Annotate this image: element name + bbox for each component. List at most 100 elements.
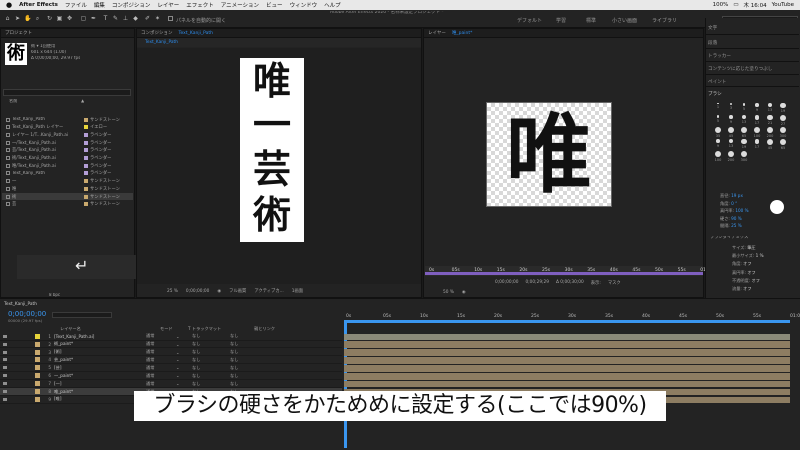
section-paragraph[interactable]: 段落	[708, 40, 717, 46]
layer-tab-name[interactable]: 唯_paint*	[452, 30, 472, 36]
trkmat-icon[interactable]: ⌄	[176, 342, 192, 347]
layer-name[interactable]: [術]	[54, 349, 146, 355]
menu-help[interactable]: ヘルプ	[324, 1, 341, 9]
brush-preset[interactable]: 3	[725, 103, 737, 110]
timeline-layer-row[interactable]: 3 [術] 通常 ⌄ なし なし	[0, 349, 342, 357]
workspace-small-screen[interactable]: 小さい画面	[612, 17, 637, 24]
section-brushes[interactable]: ブラシ	[708, 91, 722, 97]
kanji-canvas[interactable]: 唯 一 芸 術	[240, 58, 304, 242]
home-icon[interactable]: ⌂	[4, 15, 11, 22]
layer-mode[interactable]: 通常	[146, 381, 176, 387]
brush-preset[interactable]: 19	[738, 139, 750, 149]
work-area-bar[interactable]	[344, 320, 790, 323]
zoom-tool-icon[interactable]: ⌕	[34, 15, 41, 22]
layer-tab[interactable]: レイヤー	[428, 30, 446, 36]
eraser-tool-icon[interactable]: ◆	[132, 15, 139, 22]
layer-mode[interactable]: 通常	[146, 341, 176, 347]
layer-name[interactable]: 術_paint*	[54, 341, 146, 347]
roto-brush-tool-icon[interactable]: ✐	[144, 15, 151, 22]
layer-mode[interactable]: 通常	[146, 373, 176, 379]
project-item[interactable]: 術 サンドストーン	[2, 193, 133, 200]
timeline-tab[interactable]: Text_Kanji_Path	[4, 302, 37, 307]
visibility-eye-icon[interactable]	[3, 350, 7, 354]
label-swatch[interactable]	[84, 186, 88, 191]
section-tracker[interactable]: トラッカー	[708, 53, 731, 59]
layer-time-b[interactable]: 0;00;29;29	[525, 280, 548, 285]
project-item[interactable]: Text_Kanji_Path ラベンダー	[2, 170, 133, 177]
composition-tab[interactable]: コンポジション	[141, 30, 173, 36]
layer-mode[interactable]: 通常	[146, 365, 176, 371]
project-item[interactable]: 芸 サンドストーン	[2, 201, 133, 208]
trkmat-icon[interactable]: ⌄	[176, 350, 192, 355]
brush-property-value[interactable]: 25 %	[731, 223, 742, 228]
brush-preset[interactable]: 17	[751, 139, 763, 149]
visibility-eye-icon[interactable]	[3, 334, 7, 338]
visibility-eye-icon[interactable]	[3, 390, 7, 394]
auto-open-checkbox[interactable]	[168, 16, 173, 21]
brush-preset[interactable]: 17	[751, 115, 763, 125]
mask-tool-icon[interactable]: ▢	[80, 15, 87, 22]
trkmat-value[interactable]: なし	[192, 341, 230, 347]
dynamics-value[interactable]: オフ	[743, 261, 751, 266]
workspace-libraries[interactable]: ライブラリ	[652, 17, 677, 24]
bpc-label[interactable]: 8 bpc	[49, 293, 60, 297]
comp-zoom[interactable]: 25 %	[167, 289, 178, 294]
brush-preset[interactable]: 45	[725, 127, 737, 138]
trkmat-icon[interactable]: ⌄	[176, 381, 192, 386]
layer-name[interactable]: [Text_Kanji_Path.ai]	[54, 334, 146, 339]
col-mode[interactable]: モード	[160, 326, 188, 332]
brush-preset[interactable]: 9	[725, 115, 737, 124]
col-parent[interactable]: 親とリンク	[254, 326, 275, 332]
project-tab[interactable]: プロジェクト	[5, 30, 32, 36]
trkmat-value[interactable]: なし	[192, 349, 230, 355]
trkmat-value[interactable]: なし	[192, 373, 230, 379]
camera-tool-icon[interactable]: ▣	[56, 15, 63, 22]
menu-file[interactable]: ファイル	[65, 1, 87, 9]
parent-link-value[interactable]: なし	[230, 365, 238, 371]
menu-view[interactable]: ビュー	[266, 1, 283, 9]
timeline-search-input[interactable]	[52, 312, 112, 318]
brush-preset[interactable]: 200	[764, 127, 776, 138]
visibility-eye-icon[interactable]	[3, 397, 7, 401]
dynamics-value[interactable]: オフ	[752, 278, 760, 283]
brush-preset[interactable]: 1	[712, 103, 724, 109]
layer-duration-bar[interactable]	[344, 333, 790, 341]
dynamics-value[interactable]: オフ	[747, 270, 755, 275]
layer-duration-bar[interactable]	[344, 365, 790, 372]
project-item[interactable]: Text_Kanji_Path レイヤー イエロー	[2, 124, 133, 131]
visibility-eye-icon[interactable]	[3, 342, 7, 346]
puppet-tool-icon[interactable]: ✶	[154, 15, 161, 22]
trkmat-value[interactable]: なし	[192, 333, 230, 339]
timeline-layer-row[interactable]: 2 術_paint* 通常 ⌄ なし なし	[0, 341, 342, 349]
brush-property-value[interactable]: 0 °	[731, 201, 737, 206]
parent-link-value[interactable]: なし	[230, 349, 238, 355]
layer-name[interactable]: 一_paint*	[54, 373, 146, 379]
label-swatch[interactable]	[84, 179, 88, 184]
visibility-eye-icon[interactable]	[3, 366, 7, 370]
brush-preset[interactable]: 100	[712, 151, 724, 162]
brush-preset[interactable]: 300	[738, 151, 750, 162]
trkmat-icon[interactable]: ⌄	[176, 373, 192, 378]
menu-effect[interactable]: エフェクト	[186, 1, 214, 9]
brush-preset[interactable]: 13	[738, 115, 750, 124]
hand-tool-icon[interactable]: ✋	[24, 15, 31, 22]
brush-preset[interactable]: 9	[751, 103, 763, 112]
label-swatch[interactable]	[84, 125, 88, 130]
parent-link-value[interactable]: なし	[230, 333, 238, 339]
comp-views[interactable]: 1画面	[292, 288, 303, 294]
visibility-eye-icon[interactable]	[3, 382, 7, 386]
pen-tool-icon[interactable]: ✒	[90, 15, 97, 22]
app-menu[interactable]: After Effects	[19, 2, 58, 8]
timeline-layer-row[interactable]: 7 [一] 通常 ⌄ なし なし	[0, 380, 342, 388]
project-col-name[interactable]: 名前	[9, 99, 17, 103]
brush-preset[interactable]: 300	[777, 127, 789, 138]
layer-duration-bar[interactable]	[344, 357, 790, 364]
parent-link-value[interactable]: なし	[230, 381, 238, 387]
trkmat-icon[interactable]: ⌄	[176, 365, 192, 370]
brush-preset[interactable]: 27	[777, 115, 789, 126]
parent-link-value[interactable]: なし	[230, 357, 238, 363]
layer-name[interactable]: [芸]	[54, 365, 146, 371]
pan-behind-tool-icon[interactable]: ✥	[66, 15, 73, 22]
trkmat-icon[interactable]: ⌄	[176, 334, 192, 339]
project-item[interactable]: レイヤー 1/T...Kanji_Path.ai ラベンダー	[2, 131, 133, 138]
